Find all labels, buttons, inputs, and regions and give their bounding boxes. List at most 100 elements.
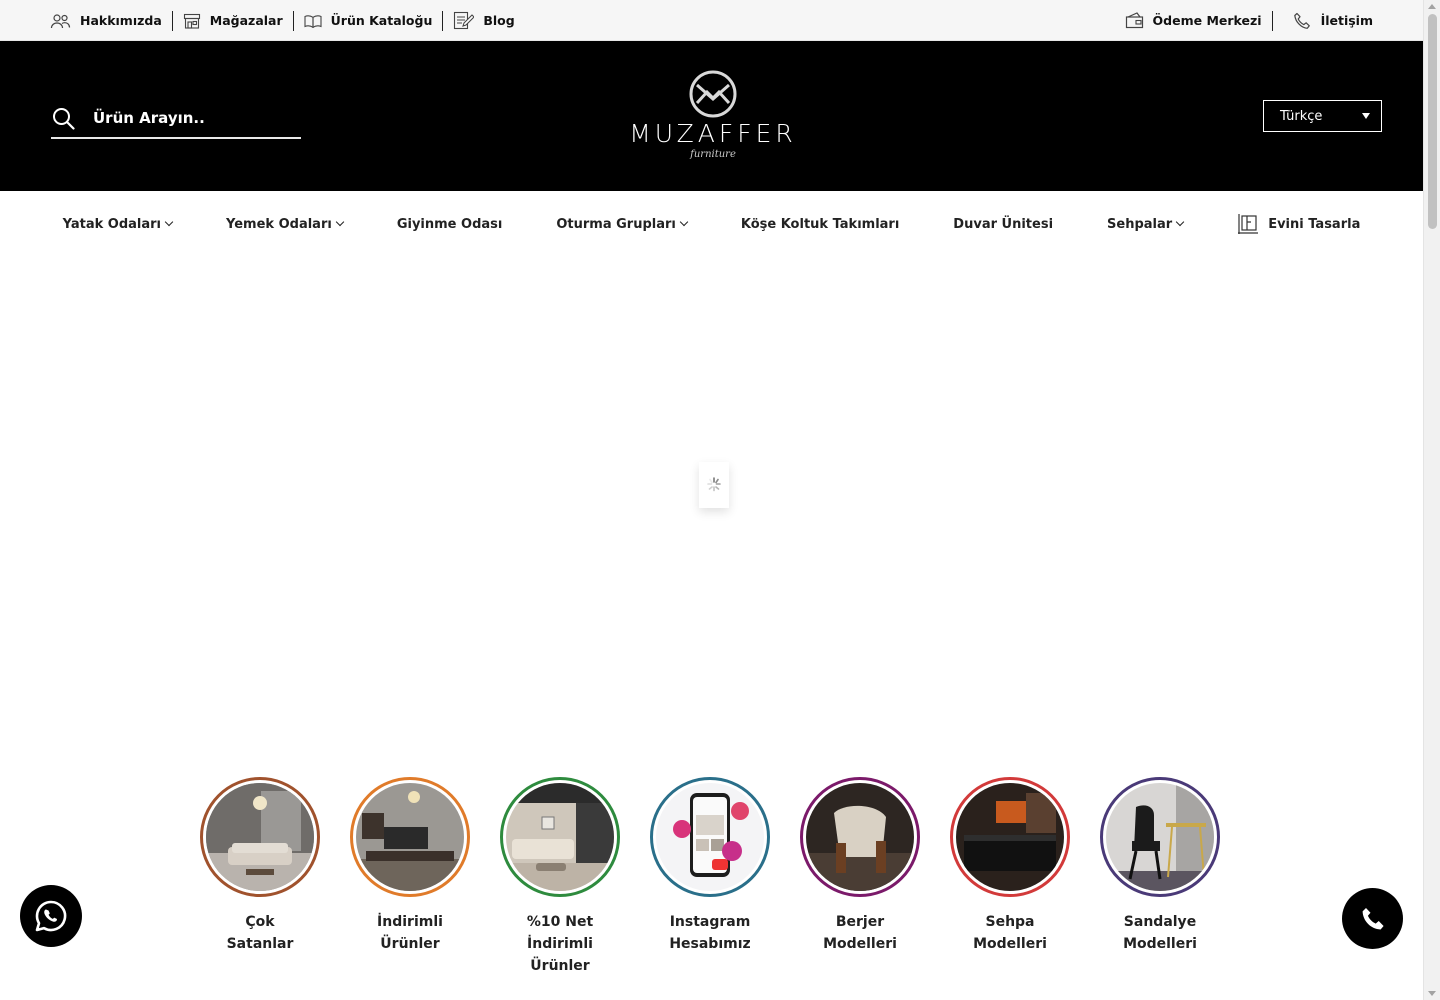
call-button[interactable] (1342, 888, 1403, 949)
site-header: Ürün Arayın.. MUZAFFER furniture Türkçe (0, 41, 1423, 191)
search-placeholder: Ürün Arayın.. (93, 109, 205, 127)
instagram-phone-image-icon (656, 783, 764, 891)
story-chair-models[interactable]: Sandalye Modelleri (1100, 777, 1220, 977)
story-instagram-account[interactable]: Instagram Hesabımız (650, 777, 770, 977)
story-label: İndirimli Ürünler (377, 914, 443, 952)
edit-note-icon (454, 11, 475, 30)
search-input[interactable]: Ürün Arayın.. (51, 99, 301, 139)
nav-item-label: Evini Tasarla (1268, 216, 1361, 232)
nav-item-label: Yemek Odaları (226, 216, 332, 232)
nav-item-label: Yatak Odaları (62, 216, 162, 232)
story-image (356, 783, 464, 891)
story-ring (350, 777, 470, 897)
about-link-label: Hakkımızda (80, 13, 162, 28)
story-image (206, 783, 314, 891)
sofa-set-image-icon (506, 783, 614, 891)
catalog-link[interactable]: Ürün Kataloğu (304, 13, 433, 28)
story-ring (800, 777, 920, 897)
armchair-image-icon (806, 783, 914, 891)
book-icon (304, 14, 322, 28)
nav-item-wall-units[interactable]: Duvar Ünitesi (953, 217, 1053, 232)
payment-icon (1125, 12, 1143, 29)
story-armchair-models[interactable]: Berjer Modelleri (800, 777, 920, 977)
whatsapp-button[interactable] (20, 885, 82, 947)
divider (292, 10, 294, 31)
story-label: Instagram Hesabımız (669, 914, 751, 952)
nav-item-dressing-room[interactable]: Giyinme Odası (397, 217, 503, 232)
phone-icon (1362, 907, 1384, 929)
about-link[interactable]: Hakkımızda (50, 13, 162, 29)
top-links-left: Hakkımızda Mağazalar Ürün Kataloğu Blog (50, 0, 515, 41)
blog-link[interactable]: Blog (453, 11, 515, 30)
spinner-icon (707, 477, 721, 492)
story-image (656, 783, 764, 891)
nav-item-label: Duvar Ünitesi (953, 216, 1054, 232)
chevron-down-icon (1175, 217, 1185, 227)
catalog-link-label: Ürün Kataloğu (330, 13, 433, 28)
people-icon (50, 13, 71, 28)
divider (442, 10, 444, 31)
story-image (956, 783, 1064, 891)
page: Hakkımızda Mağazalar Ürün Kataloğu Blog … (0, 0, 1440, 1000)
living-room-image-icon (206, 783, 314, 891)
story-image (506, 783, 614, 891)
payment-center-link[interactable]: Ödeme Merkezi (1125, 12, 1262, 29)
nav-item-living-sets[interactable]: Oturma Grupları (556, 216, 689, 232)
nav-item-dining-rooms[interactable]: Yemek Odaları (226, 216, 345, 232)
main-nav: Yatak Odaları Yemek Odaları Giyinme Odas… (0, 191, 1423, 257)
story-coffee-table-models[interactable]: Sehpa Modelleri (950, 777, 1070, 977)
nav-item-design-your-home[interactable]: Evini Tasarla (1237, 213, 1360, 235)
nav-item-label: Köşe Koltuk Takımları (740, 216, 900, 232)
language-select-value: Türkçe (1280, 108, 1323, 124)
story-ring (650, 777, 770, 897)
contact-link-label: İletişim (1320, 13, 1373, 28)
story-discounted-products[interactable]: İndirimli Ürünler (350, 777, 470, 977)
story-10-percent-discount[interactable]: %10 Net İndirimli Ürünler (500, 777, 620, 977)
story-highlights: Çok Satanlar İndirimli Ürünler %10 Net İ… (200, 777, 1220, 977)
stores-link[interactable]: Mağazalar (183, 13, 283, 29)
story-best-sellers[interactable]: Çok Satanlar (200, 777, 320, 977)
stores-link-label: Mağazalar (209, 13, 283, 28)
contact-link[interactable]: İletişim (1293, 12, 1373, 30)
story-label: Sandalye Modelleri (1123, 914, 1197, 952)
nav-item-bedrooms[interactable]: Yatak Odaları (62, 216, 174, 232)
logo-text: MUZAFFER (629, 119, 797, 148)
coffee-table-image-icon (956, 783, 1064, 891)
nav-item-label: Giyinme Odası (396, 216, 503, 232)
chevron-down-icon (164, 217, 174, 227)
nav-item-coffee-tables[interactable]: Sehpalar (1107, 216, 1185, 232)
blog-link-label: Blog (483, 13, 515, 28)
story-label: Çok Satanlar (226, 914, 294, 952)
scroll-up-arrow-icon[interactable] (1428, 4, 1436, 9)
story-ring (950, 777, 1070, 897)
top-links-right: Ödeme Merkezi İletişim (1125, 0, 1373, 41)
loading-spinner (699, 462, 729, 508)
tv-unit-image-icon (356, 783, 464, 891)
story-ring (200, 777, 320, 897)
story-label: Berjer Modelleri (823, 914, 897, 952)
story-ring (1100, 777, 1220, 897)
story-image (1106, 783, 1214, 891)
divider (171, 10, 173, 31)
nav-item-label: Oturma Grupları (556, 216, 676, 232)
story-label: %10 Net İndirimli Ürünler (526, 914, 594, 974)
story-ring (500, 777, 620, 897)
site-logo[interactable]: MUZAFFER furniture (618, 65, 808, 165)
logo-emblem-icon (689, 70, 737, 118)
chevron-down-icon (335, 217, 345, 227)
story-label: Sehpa Modelleri (973, 914, 1047, 952)
scrollbar-thumb[interactable] (1428, 14, 1437, 229)
scroll-down-arrow-icon[interactable] (1428, 991, 1436, 996)
store-icon (183, 13, 200, 29)
nav-item-corner-sofas[interactable]: Köşe Koltuk Takımları (741, 217, 899, 232)
chevron-down-icon (679, 217, 689, 227)
chair-image-icon (1106, 783, 1214, 891)
divider (1271, 10, 1273, 31)
nav-item-label: Sehpalar (1107, 216, 1173, 232)
page-scrollbar[interactable] (1423, 0, 1440, 1000)
language-select[interactable]: Türkçe (1263, 100, 1382, 132)
whatsapp-icon (35, 900, 67, 932)
payment-center-label: Ödeme Merkezi (1152, 13, 1262, 28)
story-image (806, 783, 914, 891)
caret-down-icon (1362, 113, 1370, 119)
